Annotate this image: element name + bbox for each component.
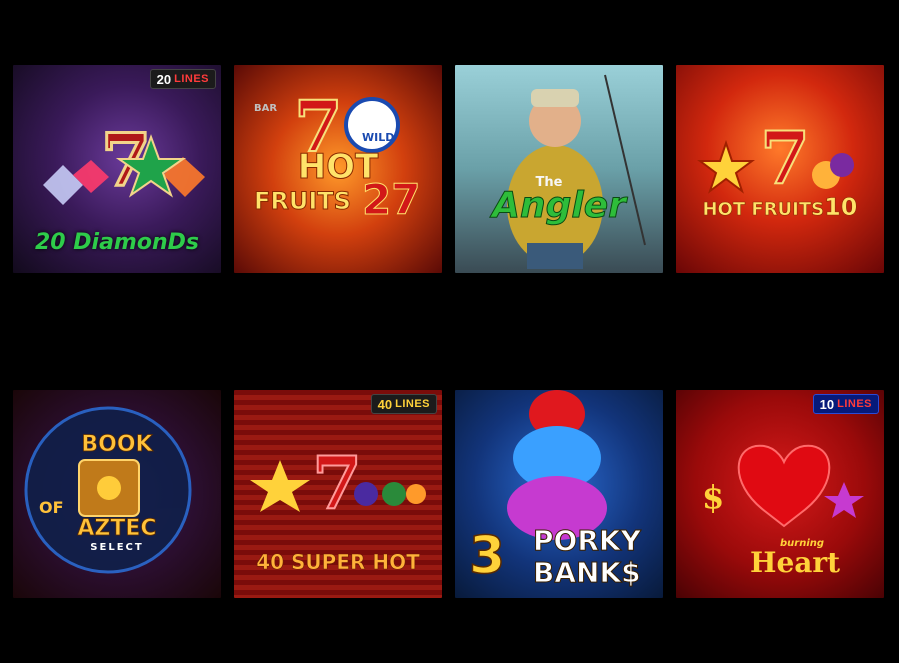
lines-badge: 10 LINES bbox=[812, 394, 879, 414]
game-title: 40 SUPER HOT bbox=[256, 550, 420, 575]
game-title-line3: AZTEC bbox=[77, 516, 157, 542]
wild-label: WILD bbox=[362, 131, 395, 144]
bar-label: BAR bbox=[254, 103, 278, 114]
svg-text:7: 7 bbox=[760, 115, 810, 200]
game-subtitle: FRUITS bbox=[254, 187, 352, 216]
game-title: 20 DiamonDs bbox=[34, 230, 199, 255]
game-title-line1: PORKY bbox=[533, 524, 642, 558]
game-title-line4: SELECT bbox=[90, 542, 144, 553]
lines-badge: 20 LINES bbox=[149, 69, 216, 89]
hot-fruits-10-art: 7 bbox=[697, 114, 854, 201]
game-title-line2: BANK$ bbox=[533, 556, 642, 590]
game-number: 27 bbox=[361, 175, 421, 225]
game-tile-10-burning-heart[interactable]: $ burning Heart 10 LINES bbox=[676, 390, 884, 598]
game-title: Angler bbox=[492, 185, 627, 227]
game-title-line2: OF bbox=[39, 498, 64, 517]
game-tile-3-porky-banks[interactable]: 3 PORKY BANK$ bbox=[455, 390, 663, 598]
games-grid: 7 20 DiamonDs 20LINES 7 BAR WILD HOT FRU… bbox=[0, 0, 899, 663]
aztec-calendar-art bbox=[24, 406, 192, 574]
game-title-line1: BOOK bbox=[81, 432, 153, 458]
game-tile-20-diamonds[interactable]: 7 20 DiamonDs 20LINES bbox=[13, 65, 221, 273]
game-number: 3 bbox=[468, 525, 506, 587]
svg-text:7: 7 bbox=[312, 440, 362, 525]
game-title: Heart bbox=[750, 546, 841, 579]
lines-badge: 40 LINES bbox=[370, 394, 437, 414]
game-title: HOT FRUITS10 bbox=[702, 193, 858, 222]
game-tile-hot-fruits-10[interactable]: 7 HOT FRUITS10 bbox=[676, 65, 884, 273]
svg-text:$: $ bbox=[702, 478, 724, 516]
game-tile-40-super-hot[interactable]: 7 40 SUPER HOT 40 LINES bbox=[234, 390, 442, 598]
angler-art bbox=[507, 74, 646, 269]
game-tile-the-angler[interactable]: The Angler bbox=[455, 65, 663, 273]
game-tile-book-of-aztec[interactable]: BOOK OF AZTEC SELECT bbox=[13, 390, 221, 598]
game-tile-hot-fruits-27[interactable]: 7 BAR WILD HOT FRUITS 27 bbox=[234, 65, 442, 273]
